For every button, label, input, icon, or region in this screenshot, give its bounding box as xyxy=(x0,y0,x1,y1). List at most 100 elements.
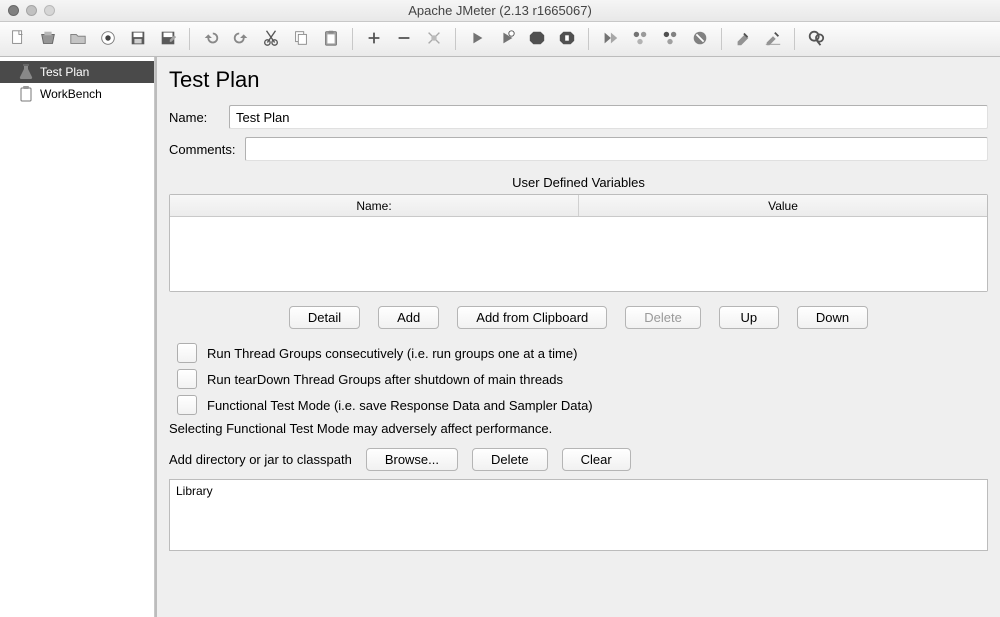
expand-all-icon xyxy=(365,29,383,50)
templates-toolbar-button[interactable] xyxy=(34,26,62,52)
close-toolbar-button[interactable] xyxy=(94,26,122,52)
shutdown-icon xyxy=(558,29,576,50)
paste-toolbar-button[interactable] xyxy=(317,26,345,52)
vars-body[interactable] xyxy=(170,217,987,291)
start-no-timers-toolbar-button[interactable] xyxy=(493,26,521,52)
copy-toolbar-button[interactable] xyxy=(287,26,315,52)
consecutive-label: Run Thread Groups consecutively (i.e. ru… xyxy=(207,346,577,361)
remote-start-all-toolbar-button[interactable] xyxy=(626,26,654,52)
minimize-window-button[interactable] xyxy=(26,5,37,16)
name-row: Name: xyxy=(169,105,988,129)
check-functional-row: Functional Test Mode (i.e. save Response… xyxy=(169,395,988,415)
vars-button-row: Detail Add Add from Clipboard Delete Up … xyxy=(169,306,988,329)
classpath-list[interactable]: Library xyxy=(169,479,988,551)
remote-stop-all-toolbar-button[interactable] xyxy=(686,26,714,52)
window-controls xyxy=(8,5,55,16)
stop-toolbar-button[interactable] xyxy=(523,26,551,52)
clear-all-toolbar-button[interactable] xyxy=(759,26,787,52)
close-icon xyxy=(99,29,117,50)
toolbar-separator xyxy=(794,28,795,50)
shutdown-toolbar-button[interactable] xyxy=(553,26,581,52)
vars-col-value[interactable]: Value xyxy=(579,195,987,216)
remote-stop-toolbar-button[interactable] xyxy=(656,26,684,52)
search-icon xyxy=(807,29,825,50)
vars-table: Name: Value xyxy=(169,194,988,292)
cut-toolbar-button[interactable] xyxy=(257,26,285,52)
remote-start-all-icon xyxy=(631,29,649,50)
functional-checkbox[interactable] xyxy=(177,395,197,415)
new-file-icon xyxy=(9,29,27,50)
name-label: Name: xyxy=(169,110,219,125)
save-toolbar-button[interactable] xyxy=(124,26,152,52)
detail-button[interactable]: Detail xyxy=(289,306,360,329)
remote-stop-all-icon xyxy=(691,29,709,50)
check-consecutive-row: Run Thread Groups consecutively (i.e. ru… xyxy=(169,343,988,363)
comments-label: Comments: xyxy=(169,142,235,157)
toolbar-separator xyxy=(189,28,190,50)
expand-all-toolbar-button[interactable] xyxy=(360,26,388,52)
clear-toolbar-button[interactable] xyxy=(729,26,757,52)
down-button[interactable]: Down xyxy=(797,306,868,329)
toolbar-separator xyxy=(588,28,589,50)
redo-icon xyxy=(232,29,250,50)
collapse-all-icon xyxy=(395,29,413,50)
toolbar-separator xyxy=(352,28,353,50)
remote-stop-icon xyxy=(661,29,679,50)
save-as-icon xyxy=(159,29,177,50)
comments-row: Comments: xyxy=(169,137,988,161)
redo-toolbar-button[interactable] xyxy=(227,26,255,52)
tree-item-test-plan[interactable]: Test Plan xyxy=(0,61,154,83)
save-as-toolbar-button[interactable] xyxy=(154,26,182,52)
remote-start-toolbar-button[interactable] xyxy=(596,26,624,52)
undo-icon xyxy=(202,29,220,50)
tree-panel: Test Plan WorkBench xyxy=(0,57,155,617)
toggle-icon xyxy=(425,29,443,50)
remote-start-icon xyxy=(601,29,619,50)
stop-icon xyxy=(528,29,546,50)
consecutive-checkbox[interactable] xyxy=(177,343,197,363)
toolbar-separator xyxy=(455,28,456,50)
tree-item-label: WorkBench xyxy=(40,87,102,101)
toggle-toolbar-button[interactable] xyxy=(420,26,448,52)
workspace: Test Plan WorkBench Test Plan Name: Comme… xyxy=(0,57,1000,617)
up-button[interactable]: Up xyxy=(719,306,779,329)
vars-col-name[interactable]: Name: xyxy=(170,195,579,216)
functional-note: Selecting Functional Test Mode may adver… xyxy=(169,421,988,436)
open-toolbar-button[interactable] xyxy=(64,26,92,52)
browse-button[interactable]: Browse... xyxy=(366,448,458,471)
classpath-delete-button[interactable]: Delete xyxy=(472,448,548,471)
main-toolbar xyxy=(0,22,1000,57)
paste-icon xyxy=(322,29,340,50)
add-button[interactable]: Add xyxy=(378,306,439,329)
undo-toolbar-button[interactable] xyxy=(197,26,225,52)
clear-button[interactable]: Clear xyxy=(562,448,631,471)
start-no-timers-icon xyxy=(498,29,516,50)
comments-input[interactable] xyxy=(245,137,988,161)
beaker-icon xyxy=(18,64,34,80)
add-from-clipboard-button[interactable]: Add from Clipboard xyxy=(457,306,607,329)
templates-icon xyxy=(39,29,57,50)
clipboard-icon xyxy=(18,86,34,102)
teardown-checkbox[interactable] xyxy=(177,369,197,389)
classpath-row: Add directory or jar to classpath Browse… xyxy=(169,448,988,471)
classpath-label: Add directory or jar to classpath xyxy=(169,452,352,467)
clear-icon xyxy=(734,29,752,50)
close-window-button[interactable] xyxy=(8,5,19,16)
copy-icon xyxy=(292,29,310,50)
tree-item-workbench[interactable]: WorkBench xyxy=(0,83,154,105)
window-title: Apache JMeter (2.13 r1665067) xyxy=(408,3,592,18)
vars-heading: User Defined Variables xyxy=(169,175,988,190)
toolbar-separator xyxy=(721,28,722,50)
title-bar: Apache JMeter (2.13 r1665067) xyxy=(0,0,1000,22)
search-toolbar-button[interactable] xyxy=(802,26,830,52)
delete-button[interactable]: Delete xyxy=(625,306,701,329)
classpath-column-header: Library xyxy=(176,484,981,498)
cut-icon xyxy=(262,29,280,50)
zoom-window-button[interactable] xyxy=(44,5,55,16)
collapse-all-toolbar-button[interactable] xyxy=(390,26,418,52)
start-toolbar-button[interactable] xyxy=(463,26,491,52)
open-icon xyxy=(69,29,87,50)
clear-all-icon xyxy=(764,29,782,50)
new-file-toolbar-button[interactable] xyxy=(4,26,32,52)
name-input[interactable] xyxy=(229,105,988,129)
